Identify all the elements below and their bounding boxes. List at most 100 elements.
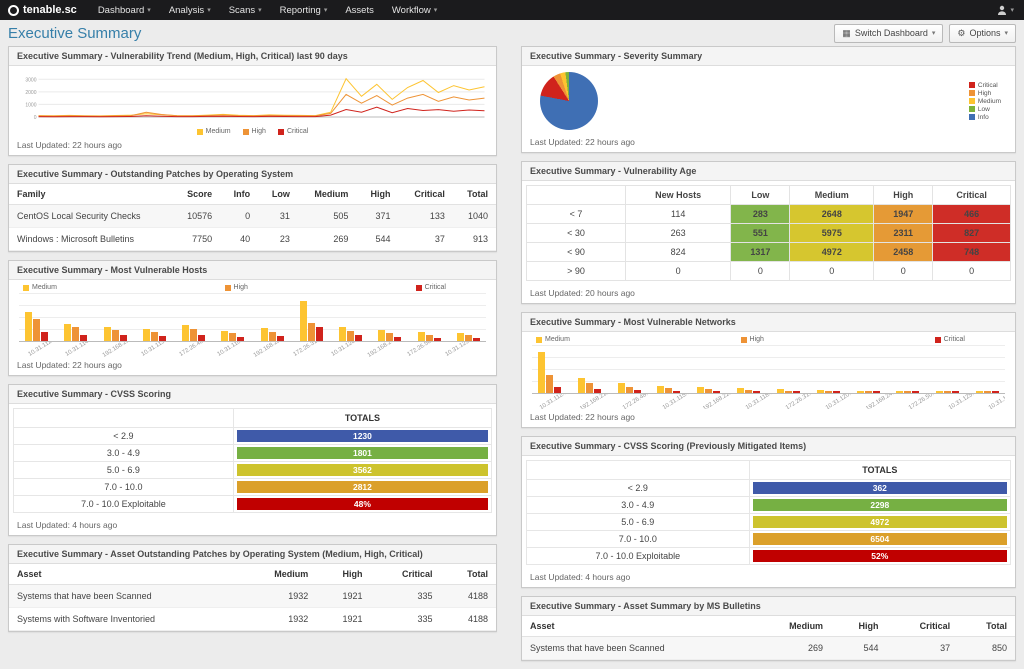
bar-critical[interactable] — [277, 336, 284, 341]
options-button[interactable]: ⚙ Options ▾ — [949, 24, 1016, 43]
bar-critical[interactable] — [753, 391, 760, 393]
bar-medium[interactable] — [457, 333, 464, 341]
cvss-total-bar[interactable]: 2298 — [753, 499, 1007, 511]
bar-high[interactable] — [626, 387, 633, 393]
bar-critical[interactable] — [237, 337, 244, 341]
bar-medium[interactable] — [64, 324, 71, 341]
bar-high[interactable] — [745, 390, 752, 393]
bar-group[interactable] — [657, 386, 680, 393]
brand-logo[interactable]: tenable.sc — [0, 4, 89, 16]
cvss-row[interactable]: 7.0 - 10.06504 — [527, 531, 1011, 548]
bar-high[interactable] — [72, 327, 79, 341]
bar-high[interactable] — [825, 391, 832, 393]
bar-high[interactable] — [904, 391, 911, 393]
bar-medium[interactable] — [618, 383, 625, 393]
bar-medium[interactable] — [182, 325, 189, 341]
bar-group[interactable] — [339, 327, 362, 341]
bar-critical[interactable] — [952, 391, 959, 393]
cvss-total-bar[interactable]: 362 — [753, 482, 1007, 494]
bar-high[interactable] — [347, 331, 354, 341]
bar-group[interactable] — [221, 331, 244, 341]
bar-medium[interactable] — [104, 327, 111, 341]
table-row[interactable]: < 3026355159752311827 — [527, 224, 1011, 243]
table-row[interactable]: Systems with Software Inventoried1932192… — [9, 608, 496, 631]
cvss-row[interactable]: 7.0 - 10.02812 — [14, 479, 492, 496]
bar-high[interactable] — [190, 329, 197, 341]
bar-critical[interactable] — [80, 335, 87, 341]
bar-critical[interactable] — [713, 391, 720, 393]
bar-high[interactable] — [386, 333, 393, 341]
bar-group[interactable] — [538, 352, 561, 393]
column-header[interactable]: Critical — [933, 186, 1011, 205]
bar-medium[interactable] — [857, 391, 864, 393]
column-header[interactable] — [527, 186, 626, 205]
bar-critical[interactable] — [159, 336, 166, 341]
column-header[interactable]: New Hosts — [626, 186, 731, 205]
bar-high[interactable] — [984, 391, 991, 393]
bar-critical[interactable] — [992, 391, 999, 393]
panel-header[interactable]: Executive Summary - Outstanding Patches … — [9, 165, 496, 184]
column-header[interactable]: Total — [958, 616, 1015, 637]
bar-medium[interactable] — [657, 386, 664, 393]
bar-critical[interactable] — [833, 391, 840, 393]
bar-medium[interactable] — [976, 391, 983, 393]
bar-high[interactable] — [705, 389, 712, 393]
column-header[interactable]: Critical — [887, 616, 959, 637]
panel-header[interactable]: Executive Summary - Asset Outstanding Pa… — [9, 545, 496, 564]
bar-critical[interactable] — [316, 327, 323, 341]
bar-medium[interactable] — [817, 390, 824, 393]
bar-high[interactable] — [944, 391, 951, 393]
severity-pie-chart[interactable] — [540, 72, 598, 130]
bar-high[interactable] — [865, 391, 872, 393]
bar-high[interactable] — [546, 375, 553, 393]
bar-group[interactable] — [618, 383, 641, 393]
column-header[interactable]: High — [356, 184, 398, 205]
column-header[interactable]: Asset — [522, 616, 754, 637]
table-row[interactable]: Systems that have been Scanned1932192133… — [9, 585, 496, 608]
bar-group[interactable] — [777, 389, 800, 393]
most-vulnerable-networks-chart[interactable]: MediumHighCritical 10.31.112.0/24192.168… — [522, 332, 1015, 409]
bar-group[interactable] — [817, 390, 840, 393]
cvss-total-bar[interactable]: 1230 — [237, 430, 488, 442]
bar-medium[interactable] — [300, 301, 307, 341]
column-header[interactable]: Critical — [398, 184, 452, 205]
column-header[interactable]: Medium — [298, 184, 356, 205]
bar-medium[interactable] — [737, 388, 744, 393]
cvss-total-bar[interactable]: 52% — [753, 550, 1007, 562]
table-row[interactable]: > 9000000 — [527, 262, 1011, 281]
bar-group[interactable] — [936, 391, 959, 393]
bar-critical[interactable] — [434, 338, 441, 341]
bar-critical[interactable] — [912, 391, 919, 393]
panel-header[interactable]: Executive Summary - CVSS Scoring — [9, 385, 496, 404]
bar-high[interactable] — [269, 332, 276, 341]
bar-group[interactable] — [182, 325, 205, 341]
bar-medium[interactable] — [578, 378, 585, 393]
bar-critical[interactable] — [634, 390, 641, 393]
panel-header[interactable]: Executive Summary - CVSS Scoring (Previo… — [522, 437, 1015, 456]
cvss-total-bar[interactable]: 48% — [237, 498, 488, 510]
bar-group[interactable] — [300, 301, 323, 341]
table-row[interactable]: Windows : Microsoft Bulletins77504023269… — [9, 228, 496, 251]
user-menu[interactable]: ▾ — [997, 5, 1024, 15]
nav-item-dashboard[interactable]: Dashboard▾ — [89, 0, 160, 20]
bar-group[interactable] — [457, 333, 480, 341]
panel-header[interactable]: Executive Summary - Vulnerability Age — [522, 162, 1015, 181]
bar-critical[interactable] — [355, 335, 362, 341]
panel-header[interactable]: Executive Summary - Vulnerability Trend … — [9, 47, 496, 66]
bar-high[interactable] — [151, 332, 158, 341]
bar-critical[interactable] — [673, 391, 680, 393]
bar-medium[interactable] — [697, 387, 704, 393]
panel-header[interactable]: Executive Summary - Severity Summary — [522, 47, 1015, 66]
column-header[interactable]: Total — [453, 184, 496, 205]
bar-group[interactable] — [976, 391, 999, 393]
panel-header[interactable]: Executive Summary - Most Vulnerable Host… — [9, 261, 496, 280]
bar-high[interactable] — [586, 383, 593, 393]
column-header[interactable]: Medium — [241, 564, 316, 585]
column-header[interactable]: Low — [258, 184, 298, 205]
column-header[interactable]: High — [316, 564, 370, 585]
column-header[interactable]: High — [874, 186, 933, 205]
table-row[interactable]: < 711428326481947466 — [527, 205, 1011, 224]
nav-item-workflow[interactable]: Workflow▾ — [383, 0, 446, 20]
bar-critical[interactable] — [120, 335, 127, 341]
bar-critical[interactable] — [198, 335, 205, 341]
